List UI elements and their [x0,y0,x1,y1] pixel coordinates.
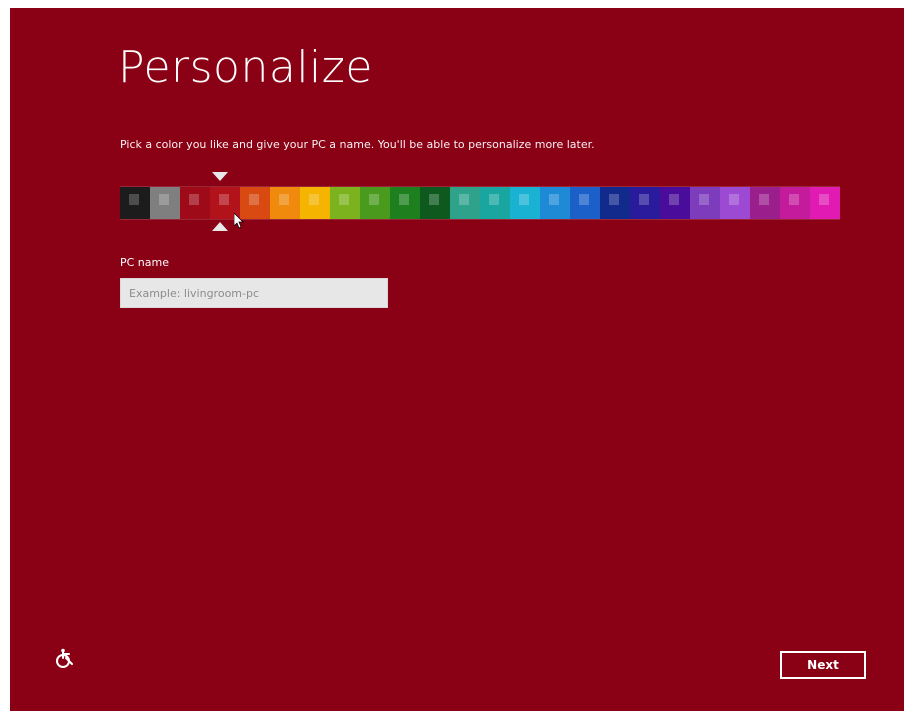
pc-name-label: PC name [120,256,170,269]
color-swatch[interactable] [360,187,390,219]
color-swatch[interactable] [720,187,750,219]
color-swatch[interactable] [390,187,420,219]
ease-of-access-icon[interactable] [54,648,76,670]
color-swatch[interactable] [780,187,810,219]
color-slider[interactable] [120,186,840,220]
next-button[interactable]: Next [780,651,866,679]
color-swatch[interactable] [240,187,270,219]
color-swatch[interactable] [660,187,690,219]
page-title: Personalize [118,42,373,93]
color-swatch[interactable] [150,187,180,219]
color-swatch[interactable] [630,187,660,219]
color-swatch[interactable] [750,187,780,219]
color-swatch[interactable] [330,187,360,219]
color-swatch[interactable] [600,187,630,219]
color-swatch[interactable] [180,187,210,219]
color-swatch[interactable] [120,187,150,219]
color-swatch[interactable] [480,187,510,219]
slider-thumb-bottom-icon[interactable] [212,222,228,231]
color-swatch[interactable] [810,187,840,219]
slider-thumb-top-icon[interactable] [212,172,228,181]
page-subtitle: Pick a color you like and give your PC a… [120,138,595,151]
color-swatch[interactable] [270,187,300,219]
color-swatch[interactable] [510,187,540,219]
pc-name-input[interactable] [120,278,388,308]
color-swatch[interactable] [570,187,600,219]
mouse-cursor-icon [234,213,244,229]
color-swatch[interactable] [300,187,330,219]
color-swatch[interactable] [690,187,720,219]
color-swatch[interactable] [450,187,480,219]
color-swatch[interactable] [420,187,450,219]
setup-screen: Personalize Pick a color you like and gi… [10,8,904,711]
color-swatch[interactable] [540,187,570,219]
